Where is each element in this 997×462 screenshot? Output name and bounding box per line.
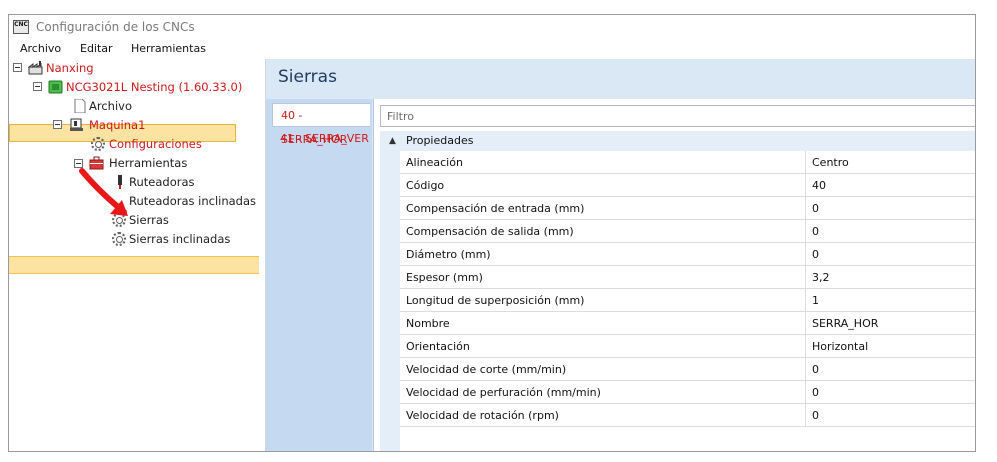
annotation-arrow-icon — [79, 168, 128, 216]
